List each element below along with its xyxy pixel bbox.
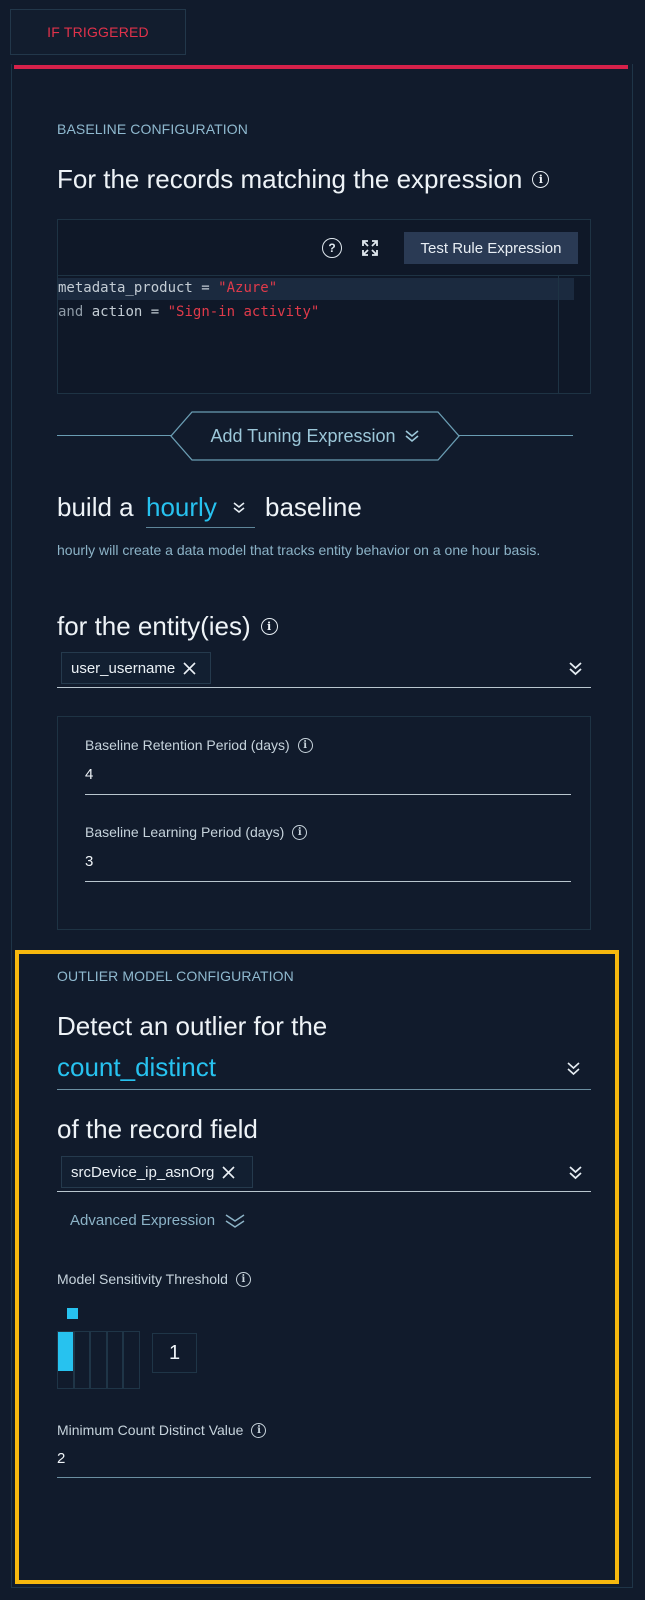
entity-chip[interactable]: user_username xyxy=(61,652,211,684)
records-heading: For the records matching the expression xyxy=(57,164,523,194)
sensitivity-label-row: Model Sensitivity Threshold i xyxy=(57,1271,251,1287)
info-icon[interactable]: i xyxy=(532,171,550,188)
tuning-button-label: Add Tuning Expression xyxy=(210,425,396,446)
editor-divider xyxy=(58,275,590,276)
retention-label-row: Baseline Retention Period (days) i xyxy=(85,737,313,753)
editor-scrollbar-track[interactable] xyxy=(558,275,559,393)
record-field-heading: of the record field xyxy=(57,1114,258,1144)
code-keyword: and xyxy=(58,304,84,320)
build-suffix: baseline xyxy=(265,492,362,522)
close-icon[interactable] xyxy=(183,661,196,675)
question-circle-icon[interactable]: ? xyxy=(322,238,342,258)
retention-input[interactable]: 4 xyxy=(85,766,93,783)
record-field-chip-label: srcDevice_ip_asnOrg xyxy=(71,1163,215,1181)
record-field-dropdown-chevron-icon[interactable] xyxy=(568,1165,583,1180)
test-rule-expression-button[interactable]: Test Rule Expression xyxy=(404,232,578,264)
slider-segment[interactable] xyxy=(73,1331,90,1389)
active-tab-indicator xyxy=(14,65,628,69)
divider-line-right xyxy=(458,435,573,436)
code-line-1: metadata_product = "Azure" xyxy=(58,280,277,296)
min-count-underline xyxy=(57,1477,591,1478)
close-icon[interactable] xyxy=(222,1165,235,1179)
entity-heading-row: for the entity(ies) i xyxy=(57,611,278,642)
slider-segment[interactable] xyxy=(106,1331,123,1389)
code-string: "Sign-in activity" xyxy=(167,304,320,320)
min-count-input[interactable]: 2 xyxy=(57,1450,65,1467)
entity-chip-label: user_username xyxy=(71,659,176,677)
add-tuning-expression-button[interactable]: Add Tuning Expression xyxy=(170,411,460,461)
record-field-chip[interactable]: srcDevice_ip_asnOrg xyxy=(61,1156,253,1188)
dropdown-underline xyxy=(146,527,255,528)
slider-segment[interactable] xyxy=(123,1331,140,1389)
build-description: hourly will create a data model that tra… xyxy=(57,542,541,558)
retention-label: Baseline Retention Period (days) xyxy=(85,737,290,753)
entity-dropdown-chevron-icon[interactable] xyxy=(568,661,583,676)
learning-underline xyxy=(85,881,571,882)
tab-if-triggered[interactable]: IF TRIGGERED xyxy=(10,9,186,55)
code-field: metadata_product xyxy=(58,280,193,296)
detect-heading: Detect an outlier for the xyxy=(57,1011,328,1041)
entity-field-underline xyxy=(57,687,591,688)
records-heading-row: For the records matching the expression … xyxy=(57,164,550,195)
learning-label-row: Baseline Learning Period (days) i xyxy=(85,824,308,840)
retention-underline xyxy=(85,794,571,795)
code-field: action xyxy=(83,304,143,320)
learning-input[interactable]: 3 xyxy=(85,853,93,870)
outlier-section-label: OUTLIER MODEL CONFIGURATION xyxy=(57,968,294,984)
code-line-2: and action = "Sign-in activity" xyxy=(58,304,319,320)
double-chevron-down-icon xyxy=(567,1062,580,1076)
sensitivity-value[interactable]: 1 xyxy=(152,1333,197,1373)
code-operator: = xyxy=(192,280,219,296)
advanced-expression-label: Advanced Expression xyxy=(70,1212,216,1229)
min-count-label-row: Minimum Count Distinct Value i xyxy=(57,1422,267,1438)
learning-label: Baseline Learning Period (days) xyxy=(85,824,285,840)
slider-segment[interactable] xyxy=(90,1331,107,1389)
min-count-label: Minimum Count Distinct Value xyxy=(57,1422,244,1438)
build-prefix: build a xyxy=(57,492,134,522)
info-icon[interactable]: i xyxy=(297,737,313,753)
double-chevron-down-icon xyxy=(405,430,419,443)
divider-line-left xyxy=(57,435,172,436)
info-icon[interactable]: i xyxy=(260,618,278,635)
expression-editor[interactable]: ? Test Rule Expression metadata_product … xyxy=(57,219,591,394)
function-value: count_distinct xyxy=(57,1052,216,1082)
double-chevron-down-icon xyxy=(225,1213,245,1228)
code-operator: = xyxy=(142,304,168,320)
function-underline xyxy=(57,1089,591,1090)
advanced-expression-toggle[interactable]: Advanced Expression xyxy=(70,1212,246,1229)
baseline-section-label: BASELINE CONFIGURATION xyxy=(57,121,248,137)
frequency-value: hourly xyxy=(146,492,217,522)
slider-fill xyxy=(58,1332,73,1371)
function-dropdown[interactable]: count_distinct xyxy=(57,1048,591,1090)
expand-arrows-icon[interactable] xyxy=(361,239,379,257)
double-chevron-down-icon xyxy=(233,502,245,514)
record-field-underline xyxy=(57,1191,591,1192)
info-icon[interactable]: i xyxy=(251,1422,267,1438)
outlier-highlight-frame xyxy=(15,950,619,1584)
slider-handle[interactable] xyxy=(67,1308,78,1319)
code-string: "Azure" xyxy=(218,280,278,296)
info-icon[interactable]: i xyxy=(235,1271,251,1287)
frequency-dropdown[interactable]: hourly xyxy=(146,488,255,528)
sensitivity-slider[interactable] xyxy=(57,1304,141,1390)
sensitivity-label: Model Sensitivity Threshold xyxy=(57,1271,228,1287)
info-icon[interactable]: i xyxy=(292,824,308,840)
entity-heading: for the entity(ies) xyxy=(57,611,251,641)
